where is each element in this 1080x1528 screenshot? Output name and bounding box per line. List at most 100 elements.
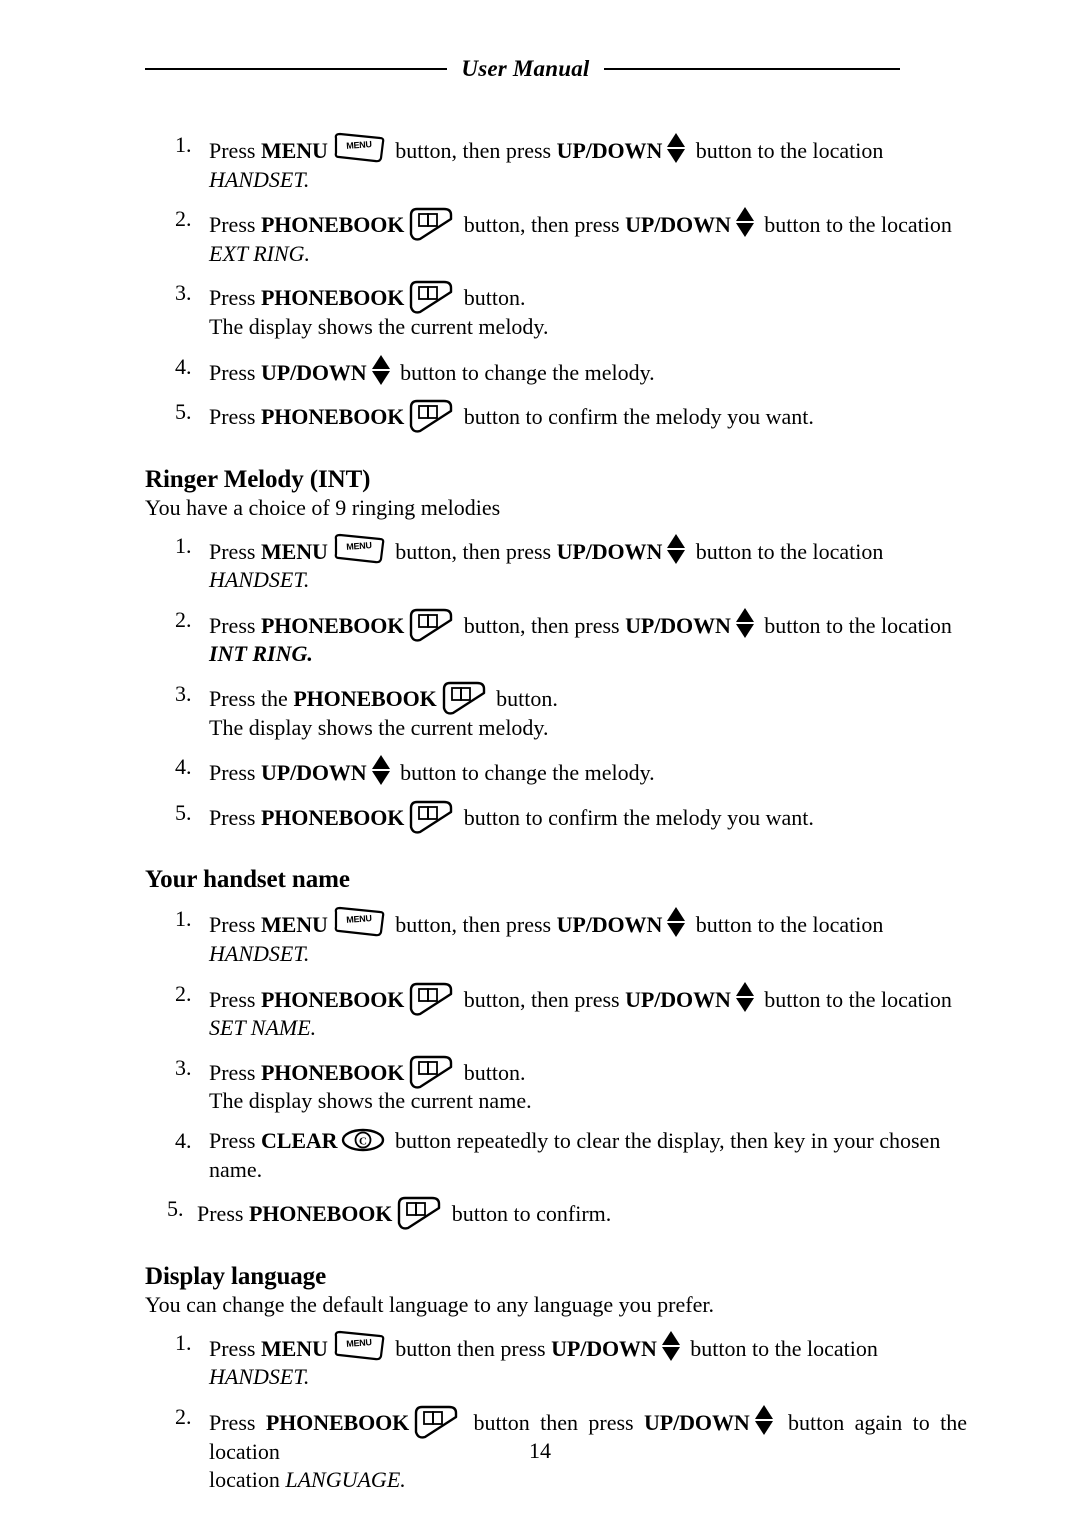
page-number: 14 xyxy=(529,1438,551,1463)
updown-keyword: UP/DOWN xyxy=(625,612,731,638)
phonebook-icon xyxy=(406,1054,456,1090)
press-word: Press xyxy=(209,404,256,430)
list-item: 3. Press the PHONEBOOK button. The displ… xyxy=(145,680,967,742)
location-text: button to the location xyxy=(695,912,884,938)
phonebook-keyword: PHONEBOOK xyxy=(260,1059,405,1085)
step-number: 4. xyxy=(175,353,192,379)
press-word: Press xyxy=(209,138,256,163)
location-text: button to the location xyxy=(764,212,952,238)
location-word: location xyxy=(209,1467,280,1493)
updown-keyword: UP/DOWN xyxy=(556,538,663,564)
location-text: button to the location xyxy=(764,986,952,1012)
step-number: 1. xyxy=(175,132,192,157)
phonebook-icon xyxy=(406,607,456,643)
step-number: 5. xyxy=(175,799,192,825)
step-number: 1. xyxy=(175,906,192,932)
phonebook-icon xyxy=(406,398,456,434)
step-text: Press PHONEBOOK button to confirm. xyxy=(197,1197,611,1230)
phonebook-icon xyxy=(406,981,456,1017)
button-word: button. xyxy=(496,686,558,712)
press-word: Press xyxy=(209,1059,256,1085)
menu-icon: MENU xyxy=(332,905,386,939)
step-note: The display shows the current melody. xyxy=(209,714,549,740)
location-value: SET NAME. xyxy=(209,1015,317,1041)
section-heading-your-handset-name: Your handset name xyxy=(145,866,350,894)
phonebook-icon xyxy=(406,206,456,242)
step-text: Press UP/DOWN button to change the melod… xyxy=(209,354,655,385)
phonebook-keyword: PHONEBOOK xyxy=(260,612,405,638)
up-down-icon xyxy=(370,753,392,787)
list-item: 4. Press UP/DOWN button to change the me… xyxy=(145,353,967,388)
step-text: Press the PHONEBOOK button. The display … xyxy=(209,681,967,742)
list-item: 2. Press PHONEBOOK button, then press UP… xyxy=(145,205,967,268)
location-value: HANDSET. xyxy=(209,166,310,192)
updown-keyword: UP/DOWN xyxy=(625,986,731,1012)
phonebook-keyword: PHONEBOOK xyxy=(293,686,437,712)
connector-text: button, then press xyxy=(463,212,620,238)
list-item: 3. Press PHONEBOOK button. The display s… xyxy=(145,1054,967,1116)
list-item: 1. Press MENU MENU button, then press UP/… xyxy=(145,905,967,968)
step-text: Press PHONEBOOK button, then press UP/DO… xyxy=(209,207,967,268)
step-action: button to change the melody. xyxy=(400,760,655,786)
location-text: button to the location xyxy=(695,138,884,163)
step-text: Press MENU MENU button then press UP/DOWN… xyxy=(209,1330,967,1392)
connector-text: button, then press xyxy=(463,986,620,1012)
step-text: Press PHONEBOOK button. The display show… xyxy=(209,281,967,341)
step-number: 4. xyxy=(175,754,192,780)
press-word: Press xyxy=(209,612,256,638)
up-down-icon xyxy=(734,606,756,640)
phonebook-keyword: PHONEBOOK xyxy=(248,1201,393,1227)
up-down-icon xyxy=(734,205,756,239)
press-word: Press the xyxy=(209,686,288,712)
phonebook-keyword: PHONEBOOK xyxy=(260,404,405,430)
step-action: button to change the melody. xyxy=(400,359,655,385)
location-value: HANDSET. xyxy=(209,1364,310,1390)
updown-keyword: UP/DOWN xyxy=(556,138,663,163)
step-action: button repeatedly to clear the display, … xyxy=(394,1128,941,1154)
step-text: Press PHONEBOOK button, then press UP/DO… xyxy=(209,981,967,1043)
press-word: Press xyxy=(209,285,256,311)
updown-keyword: UP/DOWN xyxy=(260,760,367,786)
step-list-ext-ring: 1. Press MENU MENU button, then press UP/… xyxy=(145,131,967,433)
step-number: 2. xyxy=(175,1403,192,1429)
location-value: LANGUAGE. xyxy=(285,1467,406,1493)
list-item: 5. Press PHONEBOOK button to confirm the… xyxy=(145,799,967,834)
list-item: 5. Press PHONEBOOK button to confirm. xyxy=(145,1195,967,1230)
list-item: 1. Press MENU MENU button, then press UP/… xyxy=(145,532,967,595)
phonebook-icon xyxy=(394,1195,444,1231)
step-text: Press PHONEBOOK button to confirm the me… xyxy=(209,399,814,433)
updown-keyword: UP/DOWN xyxy=(625,212,731,238)
step-number: 1. xyxy=(175,1329,192,1355)
updown-keyword: UP/DOWN xyxy=(551,1335,657,1361)
up-down-icon xyxy=(753,1403,775,1437)
press-word: Press xyxy=(197,1201,244,1227)
phonebook-keyword: PHONEBOOK xyxy=(265,1409,410,1435)
menu-keyword: MENU xyxy=(260,1335,328,1361)
step-text: Press PHONEBOOK button to confirm the me… xyxy=(209,800,814,834)
list-item: 2. Press PHONEBOOK button, then press UP… xyxy=(145,980,967,1043)
up-down-icon xyxy=(665,905,687,939)
step-text: Press PHONEBOOK button, then press UP/DO… xyxy=(209,607,967,669)
press-word: Press xyxy=(209,912,256,938)
button-word: button. xyxy=(463,285,526,311)
step-text: Press CLEAR C button repeatedly to clear … xyxy=(209,1128,967,1184)
updown-keyword: UP/DOWN xyxy=(556,912,663,938)
press-word: Press xyxy=(209,1128,256,1154)
button-word: button. xyxy=(463,1059,526,1085)
phonebook-icon xyxy=(406,279,456,315)
step-number: 3. xyxy=(175,681,192,707)
menu-keyword: MENU xyxy=(260,138,328,163)
step-action-cont: name. xyxy=(209,1156,263,1182)
step-list-your-handset-name: 1. Press MENU MENU button, then press UP/… xyxy=(145,905,967,1230)
connector-text: button, then press xyxy=(395,538,552,564)
step-number: 3. xyxy=(175,1054,192,1080)
location-value: INT RING. xyxy=(209,641,313,667)
step-action: button to confirm the melody you want. xyxy=(463,804,814,830)
phonebook-icon xyxy=(406,799,456,835)
up-down-icon xyxy=(665,532,687,566)
step-note: The display shows the current name. xyxy=(209,1088,532,1114)
step-action: button to confirm the melody you want. xyxy=(463,404,814,430)
step-text: Press MENU MENU button, then press UP/DOW… xyxy=(209,132,967,194)
step-note: The display shows the current melody. xyxy=(209,313,549,339)
